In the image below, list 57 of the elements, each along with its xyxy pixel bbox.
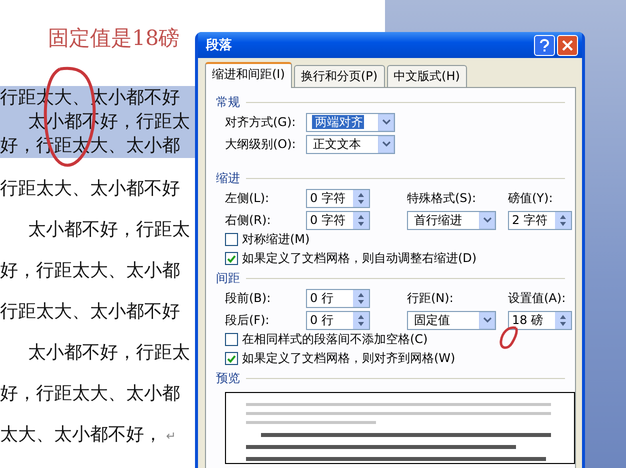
close-button[interactable] (557, 34, 578, 56)
document-line: 太大、太小都不好， ↵ (0, 423, 178, 447)
document-line: 太小都不好，行距太 (27, 218, 191, 242)
paragraph-mark: ↵ (166, 429, 176, 443)
checkbox[interactable] (225, 333, 238, 346)
dropdown[interactable]: 固定值 (407, 310, 496, 330)
checkbox[interactable] (225, 233, 238, 246)
tab[interactable]: 换行和分页(P) (294, 65, 385, 87)
section-heading: 预览 (216, 368, 565, 388)
spinner-arrows-icon (357, 314, 365, 326)
spinner-arrows-icon (559, 314, 567, 326)
document-line: 好，行距太大、太小都 (0, 259, 181, 283)
dropdown[interactable]: 首行缩进 (407, 210, 496, 230)
field-label: 左侧(L): (225, 190, 270, 207)
spinner-arrows-icon (357, 292, 365, 304)
document-line: 太小都不好，行距太 (27, 341, 191, 365)
dropdown[interactable]: 两端对齐 (306, 112, 395, 132)
annotation-text: 固定值是18磅 (48, 25, 180, 52)
document-line: 行距太大、太小都不好 (0, 177, 181, 201)
checkbox[interactable] (225, 352, 238, 365)
dropdown[interactable]: 正文文本 (306, 134, 395, 154)
field-label: 段前(B): (225, 290, 272, 307)
checkbox-label: 如果定义了文档网格，则自动调整右缩进(D) (242, 250, 477, 267)
spinner-arrows-icon (357, 192, 365, 204)
spin-field[interactable]: 18 磅 (508, 310, 572, 330)
field-label: 特殊格式(S): (407, 190, 478, 207)
section-heading: 常规 (216, 92, 565, 112)
field-label: 磅值(Y): (508, 190, 554, 207)
spin-field[interactable]: 2 字符 (508, 210, 572, 230)
check-icon (227, 254, 236, 262)
checkbox[interactable] (225, 252, 238, 265)
spin-field[interactable]: 0 字符 (306, 210, 370, 230)
checkbox-label: 对称缩进(M) (242, 231, 310, 248)
section-heading: 间距 (216, 268, 565, 288)
spinner-arrows-icon (357, 214, 365, 226)
window-title: 段落 (206, 37, 233, 54)
checkbox-label: 在相同样式的段落间不添加空格(C) (242, 331, 428, 348)
field-label: 段后(F): (225, 312, 270, 329)
tab[interactable]: 缩进和间距(I) (205, 62, 292, 88)
help-button[interactable] (534, 34, 555, 56)
field-label: 设置值(A): (508, 290, 567, 307)
section-heading: 缩进 (216, 168, 565, 188)
checkbox-label: 如果定义了文档网格，则对齐到网格(W) (242, 350, 456, 367)
question-mark-icon (539, 38, 550, 52)
field-label: 大纲级别(O): (225, 136, 297, 153)
spin-field[interactable]: 0 字符 (306, 188, 370, 208)
tab[interactable]: 中文版式(H) (386, 65, 467, 87)
spin-field[interactable]: 0 行 (306, 310, 370, 330)
close-icon (562, 40, 573, 50)
document-line: 行距太大、太小都不好 (0, 300, 181, 324)
field-label: 右侧(R): (225, 212, 272, 229)
document-line: 好，行距太大、太小都 (0, 382, 181, 406)
check-icon (227, 354, 236, 362)
spinner-arrows-icon (559, 214, 567, 226)
field-label: 对齐方式(G): (225, 114, 297, 131)
field-label: 行距(N): (407, 290, 454, 307)
spin-field[interactable]: 0 行 (306, 288, 370, 308)
